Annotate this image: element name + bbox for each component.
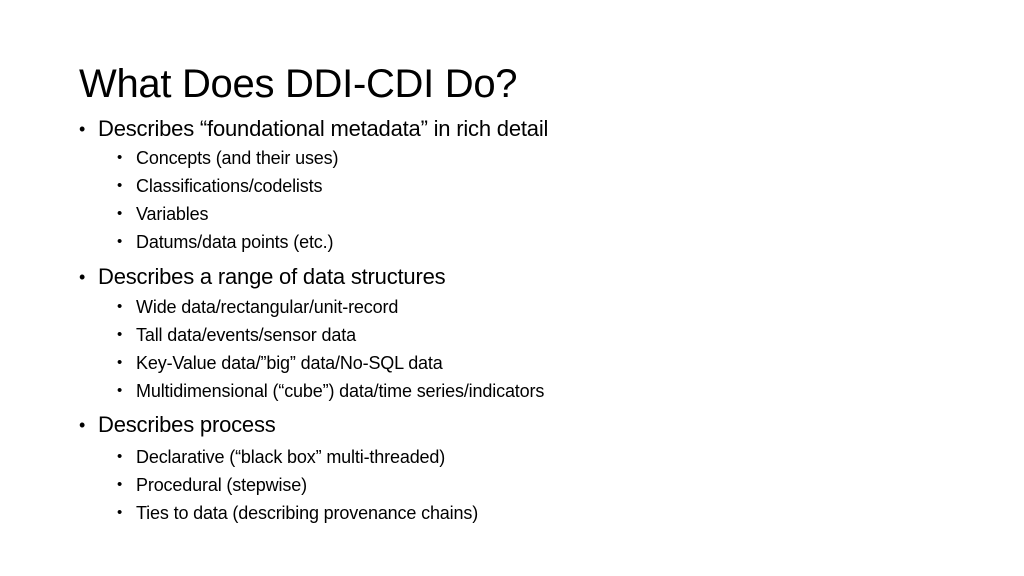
bullet-icon: • (79, 267, 86, 287)
bullet-level1: • Describes a range of data structures (79, 263, 446, 291)
bullet-text: Ties to data (describing provenance chai… (136, 503, 479, 523)
bullet-level1: • Describes “foundational metadata” in ri… (79, 115, 548, 143)
bullet-icon: • (117, 354, 123, 371)
bullet-icon: • (117, 504, 123, 521)
bullet-icon: • (117, 205, 123, 222)
bullet-level2: • Multidimensional (“cube”) data/time ser… (117, 379, 544, 403)
bullet-icon: • (117, 233, 123, 250)
bullet-level1: • Describes process (79, 411, 276, 439)
bullet-icon: • (117, 448, 123, 465)
bullet-text: Describes “foundational metadata” in ric… (98, 116, 549, 141)
bullet-level2: • Variables (117, 202, 209, 226)
bullet-icon: • (117, 476, 123, 493)
bullet-text: Tall data/events/sensor data (136, 325, 356, 345)
bullet-level2: • Wide data/rectangular/unit-record (117, 295, 398, 319)
bullet-text: Variables (136, 204, 209, 224)
bullet-text: Concepts (and their uses) (136, 148, 339, 168)
bullet-icon: • (117, 298, 123, 315)
bullet-text: Describes a range of data structures (98, 264, 446, 289)
bullet-level2: • Classifications/codelists (117, 174, 322, 198)
slide: What Does DDI-CDI Do? • Describes “founda… (0, 0, 1024, 576)
bullet-level2: • Tall data/events/sensor data (117, 323, 356, 347)
bullet-text: Procedural (stepwise) (136, 475, 307, 495)
bullet-icon: • (117, 382, 123, 399)
bullet-text: Key-Value data/”big” data/No-SQL data (136, 353, 443, 373)
bullet-text: Wide data/rectangular/unit-record (136, 297, 399, 317)
bullet-icon: • (117, 177, 123, 194)
bullet-level2: • Key-Value data/”big” data/No-SQL data (117, 351, 443, 375)
bullet-level2: • Datums/data points (etc.) (117, 230, 333, 254)
bullet-text: Classifications/codelists (136, 176, 323, 196)
bullet-level2: • Declarative (“black box” multi-threaded… (117, 445, 445, 469)
bullet-text: Datums/data points (etc.) (136, 232, 334, 252)
bullet-text: Declarative (“black box” multi-threaded) (136, 447, 446, 467)
bullet-level2: • Procedural (stepwise) (117, 473, 307, 497)
bullet-level2: • Ties to data (describing provenance cha… (117, 501, 478, 525)
bullet-icon: • (117, 326, 123, 343)
bullet-icon: • (79, 119, 86, 139)
bullet-text: Multidimensional (“cube”) data/time seri… (136, 381, 545, 401)
bullet-text: Describes process (98, 412, 276, 437)
bullet-icon: • (117, 149, 123, 166)
slide-title: What Does DDI-CDI Do? (79, 62, 518, 106)
bullet-level2: • Concepts (and their uses) (117, 146, 339, 170)
bullet-icon: • (79, 415, 86, 435)
